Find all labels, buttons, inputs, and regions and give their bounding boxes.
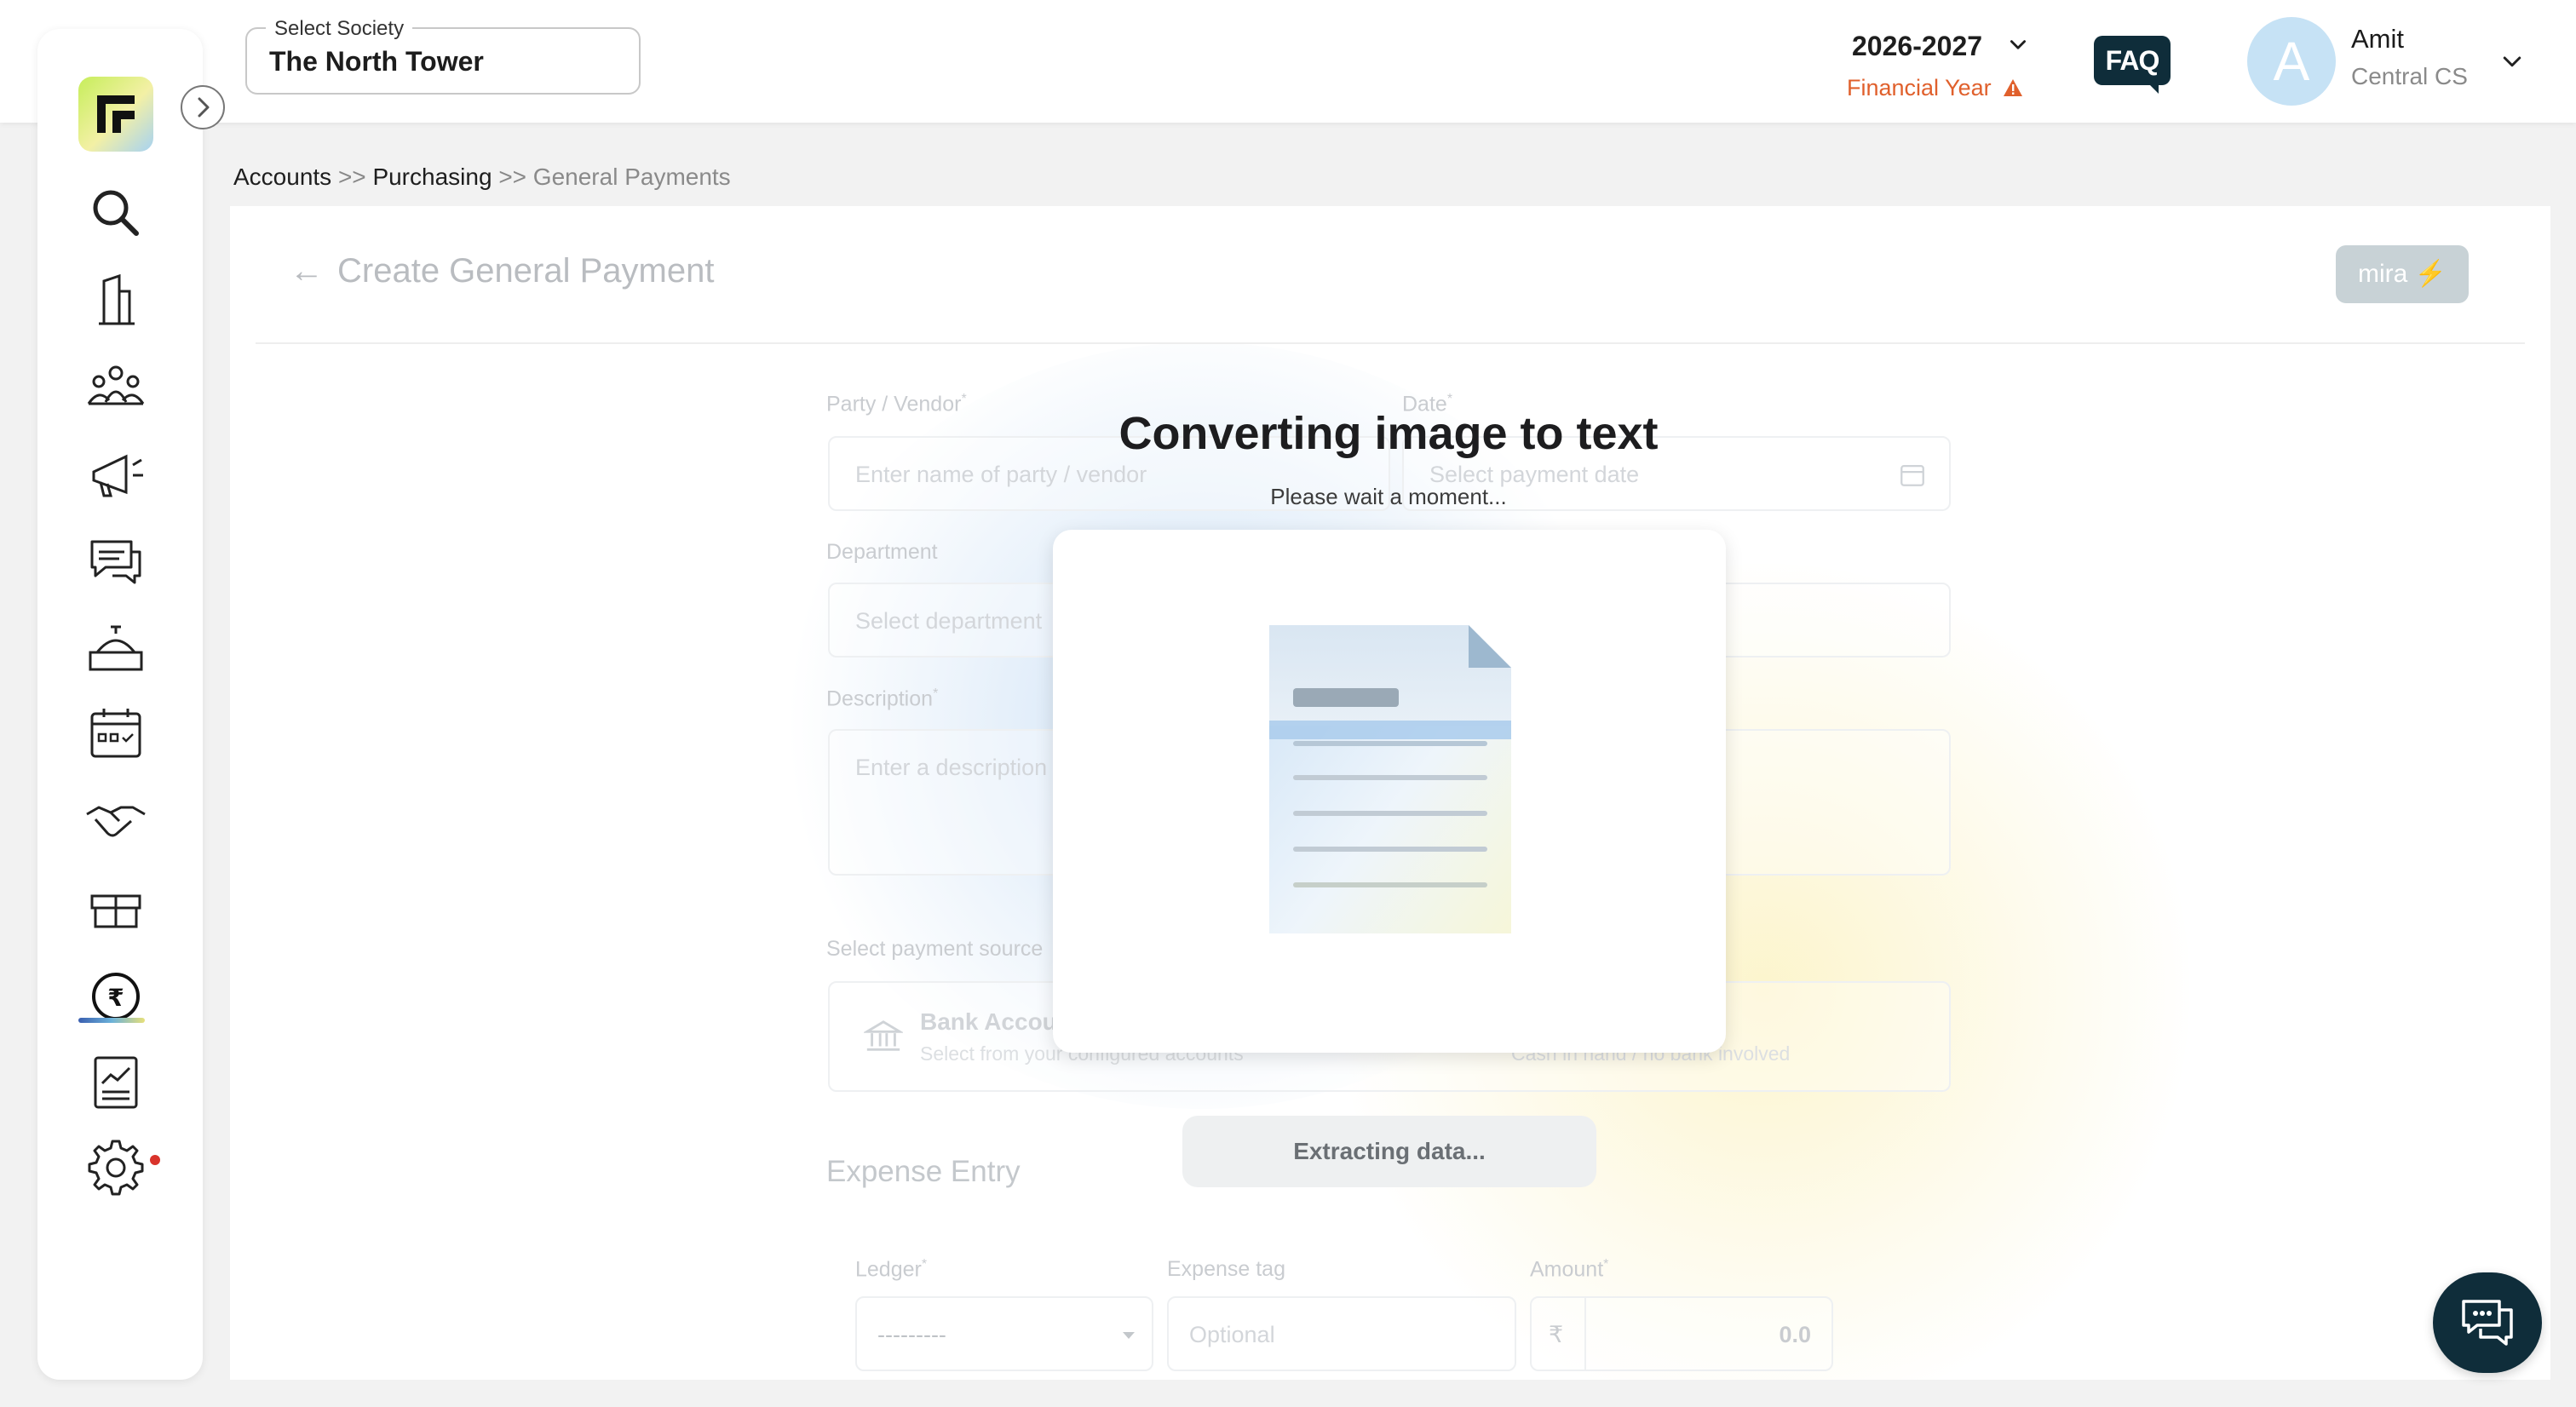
modal-title: Converting image to text	[1118, 408, 1659, 459]
required-mark: *	[1603, 1257, 1609, 1272]
logo-mark-icon	[97, 95, 135, 133]
financial-year-value: 2026-2027	[1852, 31, 1983, 61]
app-logo[interactable]	[78, 77, 153, 152]
user-name: Amit	[2351, 24, 2404, 54]
building-icon[interactable]	[82, 266, 150, 334]
document-scan-icon	[1269, 625, 1511, 933]
description-label: Description*	[826, 686, 938, 711]
sidebar-toggle-button[interactable]	[181, 85, 225, 129]
dropdown-caret-icon	[1123, 1332, 1135, 1339]
ledger-select[interactable]: ---------	[855, 1296, 1153, 1371]
amount-label-text: Amount	[1530, 1257, 1604, 1282]
handshake-icon[interactable]	[82, 787, 150, 855]
society-select-label: Select Society	[266, 17, 413, 41]
users-icon[interactable]	[82, 353, 150, 421]
top-header: Select Society The North Tower 2026-2027…	[0, 0, 2576, 123]
avatar[interactable]: A	[2247, 17, 2336, 106]
required-mark: *	[1446, 392, 1453, 406]
financial-year-label: Financial Year	[1847, 75, 2023, 101]
box-icon[interactable]	[82, 874, 150, 942]
mira-button[interactable]: mira ⚡	[2336, 245, 2469, 303]
extracting-status: Extracting data...	[1182, 1116, 1596, 1187]
payment-source-label: Select payment source	[826, 937, 1044, 961]
service-bell-icon[interactable]	[82, 613, 150, 681]
breadcrumb-accounts[interactable]: Accounts	[233, 164, 331, 190]
svg-text:₹: ₹	[107, 984, 124, 1012]
currency-symbol: ₹	[1549, 1322, 1564, 1347]
description-label-text: Description	[826, 686, 934, 711]
breadcrumb-separator: >>	[498, 164, 527, 190]
sparkle-icon: ⚡	[2414, 260, 2447, 288]
chat-icon[interactable]	[82, 526, 150, 594]
financial-year-label-text: Financial Year	[1847, 75, 1992, 100]
society-select[interactable]: Select Society The North Tower	[245, 17, 641, 95]
mira-label: mira	[2357, 260, 2408, 288]
chevron-right-icon	[198, 97, 210, 118]
chevron-down-icon	[2010, 40, 2026, 49]
breadcrumb: Accounts >> Purchasing >> General Paymen…	[233, 164, 731, 191]
amount-label: Amount*	[1530, 1257, 1608, 1282]
required-mark: *	[921, 1257, 928, 1272]
expense-tag-label: Expense tag	[1167, 1257, 1285, 1281]
calendar-icon	[1900, 464, 1924, 486]
page-title: ← Create General Payment	[290, 252, 714, 290]
faq-button[interactable]: FAQ	[2094, 36, 2171, 94]
chat-bubble-icon	[2462, 1300, 2513, 1346]
user-role: Central CS	[2351, 63, 2468, 89]
processing-card	[1053, 530, 1726, 1053]
modal-subtitle: Please wait a moment...	[1270, 484, 1507, 509]
required-mark: *	[933, 686, 939, 701]
user-menu-chevron-icon[interactable]	[2499, 49, 2525, 75]
ledger-label-text: Ledger	[855, 1257, 922, 1282]
department-label: Department	[826, 540, 938, 564]
ledger-label: Ledger*	[855, 1257, 927, 1282]
active-nav-indicator	[78, 1018, 145, 1023]
society-select-value: The North Tower	[269, 46, 484, 77]
breadcrumb-separator: >>	[337, 164, 366, 190]
ledger-select-value: ---------	[877, 1322, 946, 1347]
amount-value: 0.0	[1779, 1322, 1811, 1347]
expense-entry-title: Expense Entry	[826, 1155, 1021, 1188]
expense-tag-input[interactable]: Optional	[1167, 1296, 1516, 1371]
page-title-text: Create General Payment	[337, 252, 715, 290]
financial-year-selector[interactable]: 2026-2027 Financial Year	[1840, 26, 2027, 111]
settings-notification-dot	[150, 1155, 160, 1165]
gear-icon[interactable]	[82, 1133, 150, 1201]
calendar-icon[interactable]	[82, 700, 150, 768]
chat-support-button[interactable]	[2433, 1272, 2542, 1373]
back-arrow-icon[interactable]: ←	[290, 252, 324, 290]
required-mark: *	[961, 392, 967, 406]
megaphone-icon[interactable]	[82, 439, 150, 508]
bank-icon	[864, 1020, 903, 1051]
breadcrumb-purchasing[interactable]: Purchasing	[372, 164, 492, 190]
currency-divider	[1584, 1298, 1586, 1370]
amount-input[interactable]: ₹ 0.0	[1530, 1296, 1833, 1371]
breadcrumb-current: General Payments	[532, 164, 731, 190]
warning-icon	[2004, 79, 2023, 96]
search-icon[interactable]	[82, 179, 150, 247]
sidebar: ₹	[37, 29, 203, 1380]
report-icon[interactable]	[82, 1048, 150, 1116]
title-divider	[256, 342, 2525, 344]
